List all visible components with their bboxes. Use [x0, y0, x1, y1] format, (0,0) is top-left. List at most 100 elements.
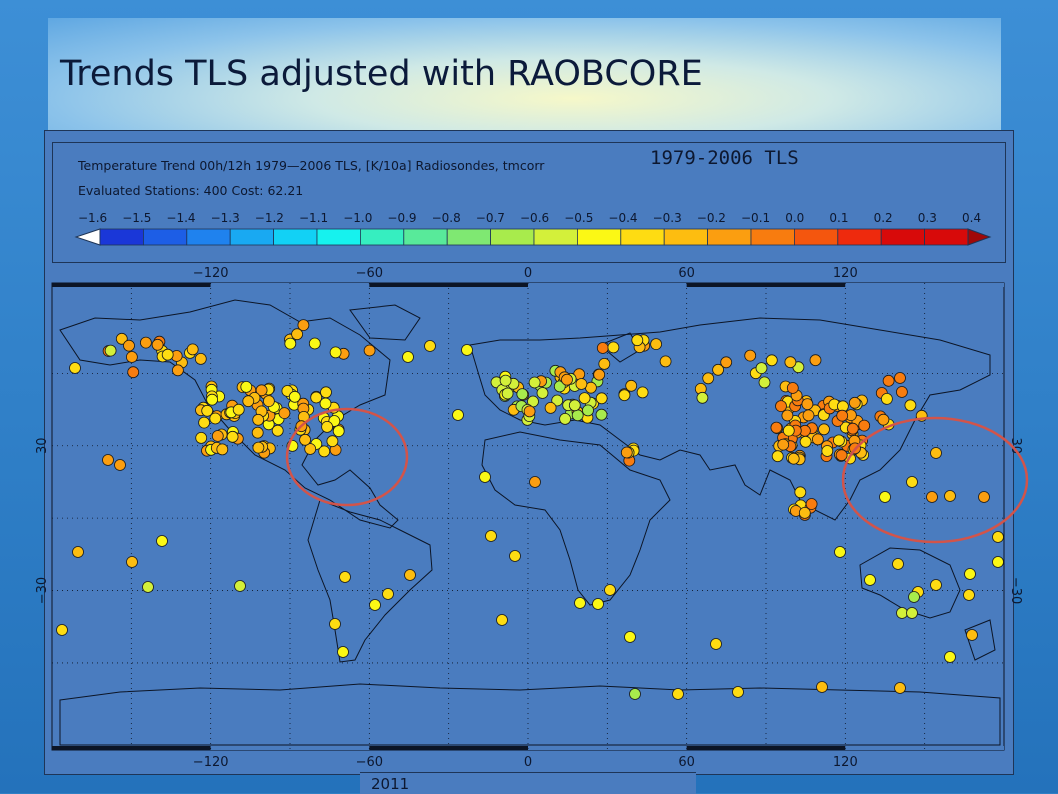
station-marker [598, 357, 611, 370]
station-marker [896, 386, 908, 398]
station-marker [271, 424, 284, 437]
left-axis-label: −30 [35, 577, 50, 604]
station-marker [858, 419, 871, 432]
station-marker [161, 348, 174, 361]
station-marker [402, 351, 414, 363]
station-marker [226, 430, 239, 443]
station-marker [211, 430, 224, 442]
station-marker [964, 568, 976, 580]
station-marker [896, 607, 908, 619]
station-marker [771, 450, 784, 463]
station-marker [816, 681, 828, 693]
station-marker [485, 530, 497, 542]
station-marker [240, 380, 253, 393]
station-marker [798, 507, 811, 519]
station-marker [252, 413, 265, 426]
station-marker [575, 378, 588, 390]
station-marker [329, 618, 341, 630]
station-marker [156, 535, 168, 547]
station-marker [864, 574, 876, 586]
station-marker [559, 412, 571, 425]
station-marker [102, 454, 114, 466]
station-marker [578, 392, 591, 405]
station-marker [72, 546, 84, 558]
station-marker [833, 434, 845, 447]
station-marker [802, 409, 815, 422]
station-marker [636, 386, 649, 399]
station-marker [544, 401, 557, 414]
top-axis-label: 120 [833, 266, 858, 281]
station-marker [363, 344, 376, 357]
station-marker [624, 631, 636, 643]
station-marker [523, 405, 536, 418]
station-marker [404, 569, 416, 581]
top-axis-label: 60 [678, 266, 695, 281]
station-marker [596, 342, 609, 354]
station-marker [992, 556, 1004, 568]
station-marker [801, 398, 814, 411]
station-marker [195, 431, 208, 444]
station-marker [881, 392, 893, 405]
station-marker [966, 629, 978, 641]
station-marker [329, 346, 342, 359]
station-marker [126, 556, 138, 568]
station-marker [992, 531, 1004, 543]
station-marker [879, 491, 891, 503]
station-marker [659, 355, 672, 368]
station-marker [799, 435, 812, 448]
station-marker [592, 598, 604, 610]
station-marker [894, 682, 906, 694]
station-marker [812, 433, 824, 446]
station-marker [582, 404, 594, 417]
footer-bar [360, 772, 696, 794]
station-marker [775, 400, 787, 413]
station-marker [234, 580, 246, 592]
station-marker [571, 409, 584, 422]
station-marker [332, 425, 345, 438]
station-marker [232, 403, 245, 416]
station-marker [528, 376, 541, 389]
station-marker [696, 391, 709, 404]
right-axis-label: −30 [1008, 577, 1023, 604]
station-marker [139, 336, 152, 349]
station-marker [499, 374, 512, 387]
station-marker [69, 362, 81, 374]
station-marker [930, 579, 942, 591]
station-marker [834, 546, 846, 558]
station-marker [702, 372, 715, 385]
station-marker [794, 486, 807, 499]
station-marker [672, 688, 684, 700]
station-marker [978, 491, 990, 503]
station-marker [326, 435, 339, 448]
station-marker [339, 571, 351, 583]
station-marker [744, 349, 757, 362]
station-marker [894, 372, 906, 384]
station-marker [818, 423, 830, 436]
station-marker [732, 686, 744, 698]
station-marker [206, 393, 219, 406]
station-marker [123, 339, 135, 352]
station-marker [835, 449, 848, 462]
station-marker [452, 409, 464, 421]
station-marker [906, 607, 918, 619]
station-marker [297, 319, 310, 332]
station-marker [944, 651, 956, 663]
bottom-axis-label: 120 [833, 755, 858, 770]
station-marker [786, 382, 799, 394]
station-marker [821, 445, 834, 457]
bottom-axis-label: 0 [524, 755, 532, 770]
station-marker [787, 452, 800, 465]
station-marker [125, 351, 138, 363]
bottom-axis-label: −120 [193, 755, 229, 770]
station-marker [262, 395, 275, 408]
station-marker [337, 646, 349, 658]
station-marker [593, 368, 606, 381]
station-marker [536, 387, 549, 399]
station-marker [479, 471, 491, 483]
station-marker [288, 390, 301, 403]
station-marker [461, 344, 473, 356]
left-axis-label: 30 [35, 437, 50, 454]
station-marker [595, 408, 608, 421]
station-marker [908, 591, 920, 603]
top-axis-label: −60 [356, 266, 383, 281]
